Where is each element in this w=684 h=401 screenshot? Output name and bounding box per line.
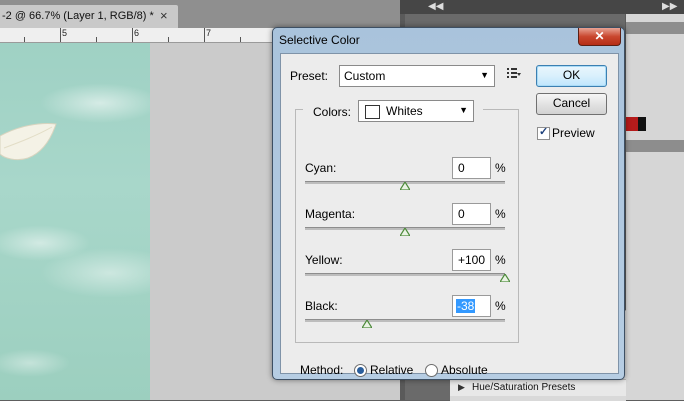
ruler-tick — [132, 28, 133, 42]
slider-thumb[interactable] — [500, 274, 510, 282]
preview-checkbox[interactable]: ✓ — [537, 126, 550, 140]
collapse-panels-icon[interactable]: ◀◀ — [428, 1, 443, 12]
document-tab[interactable]: -2 @ 66.7% (Layer 1, RGB/8) * × — [0, 5, 178, 28]
slider-thumb[interactable] — [400, 182, 410, 190]
dialog-body: Preset: Custom ▼ OK Cancel ✓ Preview Col… — [280, 53, 619, 377]
preset-options-icon[interactable] — [507, 67, 521, 79]
colors-dropdown[interactable]: Whites ▼ — [358, 100, 474, 122]
selective-color-dialog: Selective Color ✕ Preset: Custom ▼ OK Ca… — [272, 27, 625, 380]
radio-selected-dot — [357, 367, 364, 374]
background-color-swatch[interactable] — [638, 117, 646, 131]
hue-saturation-presets-row[interactable]: ▶ Hue/Saturation Presets — [450, 379, 626, 396]
expand-panels-icon[interactable]: ▶▶ — [662, 1, 677, 12]
slider-track[interactable] — [305, 273, 505, 276]
preset-dropdown[interactable]: Custom ▼ — [339, 65, 495, 87]
ruler-tick — [240, 37, 241, 42]
ruler-tick — [204, 28, 205, 42]
ruler-number: 5 — [62, 28, 68, 38]
document-tab-title: -2 @ 66.7% (Layer 1, RGB/8) * — [2, 10, 154, 22]
panel-column-right — [626, 14, 684, 400]
slider-value-field[interactable]: -38 — [452, 295, 491, 317]
ruler-tick — [96, 37, 97, 42]
slider-label: Magenta: — [305, 207, 356, 221]
ruler-number: 6 — [134, 28, 140, 38]
chevron-down-icon: ▼ — [480, 70, 489, 80]
ruler-tick — [24, 37, 25, 42]
petal-image — [0, 123, 57, 161]
slider-label: Yellow: — [305, 253, 343, 267]
close-icon: ✕ — [594, 29, 605, 43]
slider-thumb[interactable] — [362, 320, 372, 328]
close-dialog-button[interactable]: ✕ — [578, 28, 621, 46]
panel-dock-header: ◀◀ ▶▶ — [400, 0, 684, 14]
chevron-down-icon: ▼ — [459, 105, 468, 115]
ruler-tick — [168, 37, 169, 42]
checkmark-icon: ✓ — [539, 126, 549, 138]
slider-value-field[interactable]: 0 — [452, 203, 491, 225]
absolute-label: Absolute — [441, 363, 488, 377]
relative-label: Relative — [370, 363, 414, 377]
document-tab-bar: -2 @ 66.7% (Layer 1, RGB/8) * × — [0, 0, 400, 29]
colors-group-header: Colors: Whites ▼ — [303, 99, 483, 123]
ok-button[interactable]: OK — [536, 65, 607, 87]
ruler-tick — [60, 28, 61, 42]
absolute-radio[interactable] — [425, 364, 438, 377]
panel-header[interactable] — [626, 22, 684, 34]
slider-value: 0 — [458, 207, 465, 221]
hue-saturation-presets-label: Hue/Saturation Presets — [472, 382, 576, 393]
slider-track[interactable] — [305, 319, 505, 322]
preset-label: Preset: — [290, 69, 329, 83]
percent-unit: % — [495, 253, 506, 267]
disclosure-triangle-icon[interactable]: ▶ — [458, 382, 465, 393]
dialog-title: Selective Color — [279, 33, 360, 47]
close-tab-icon[interactable]: × — [160, 8, 168, 23]
slider-thumb[interactable] — [400, 228, 410, 236]
colors-value: Whites — [386, 104, 423, 118]
cancel-button[interactable]: Cancel — [536, 93, 607, 115]
ruler-number: 7 — [206, 28, 212, 38]
panel-header[interactable] — [626, 140, 684, 152]
slider-value: +100 — [458, 253, 486, 267]
slider-value: 0 — [458, 161, 465, 175]
slider-value-field[interactable]: +100 — [452, 249, 491, 271]
slider-value-field[interactable]: 0 — [452, 157, 491, 179]
slider-label: Black: — [305, 299, 338, 313]
colors-label: Colors: — [313, 105, 352, 119]
color-swatch — [365, 105, 380, 119]
preset-value: Custom — [344, 69, 386, 83]
document-canvas[interactable] — [0, 43, 150, 400]
relative-radio[interactable] — [354, 364, 367, 377]
percent-unit: % — [495, 207, 506, 221]
percent-unit: % — [495, 161, 506, 175]
method-label: Method: — [300, 363, 344, 377]
slider-value: -38 — [456, 299, 476, 313]
preview-label: Preview — [552, 126, 595, 140]
slider-label: Cyan: — [305, 161, 337, 175]
percent-unit: % — [495, 299, 506, 313]
